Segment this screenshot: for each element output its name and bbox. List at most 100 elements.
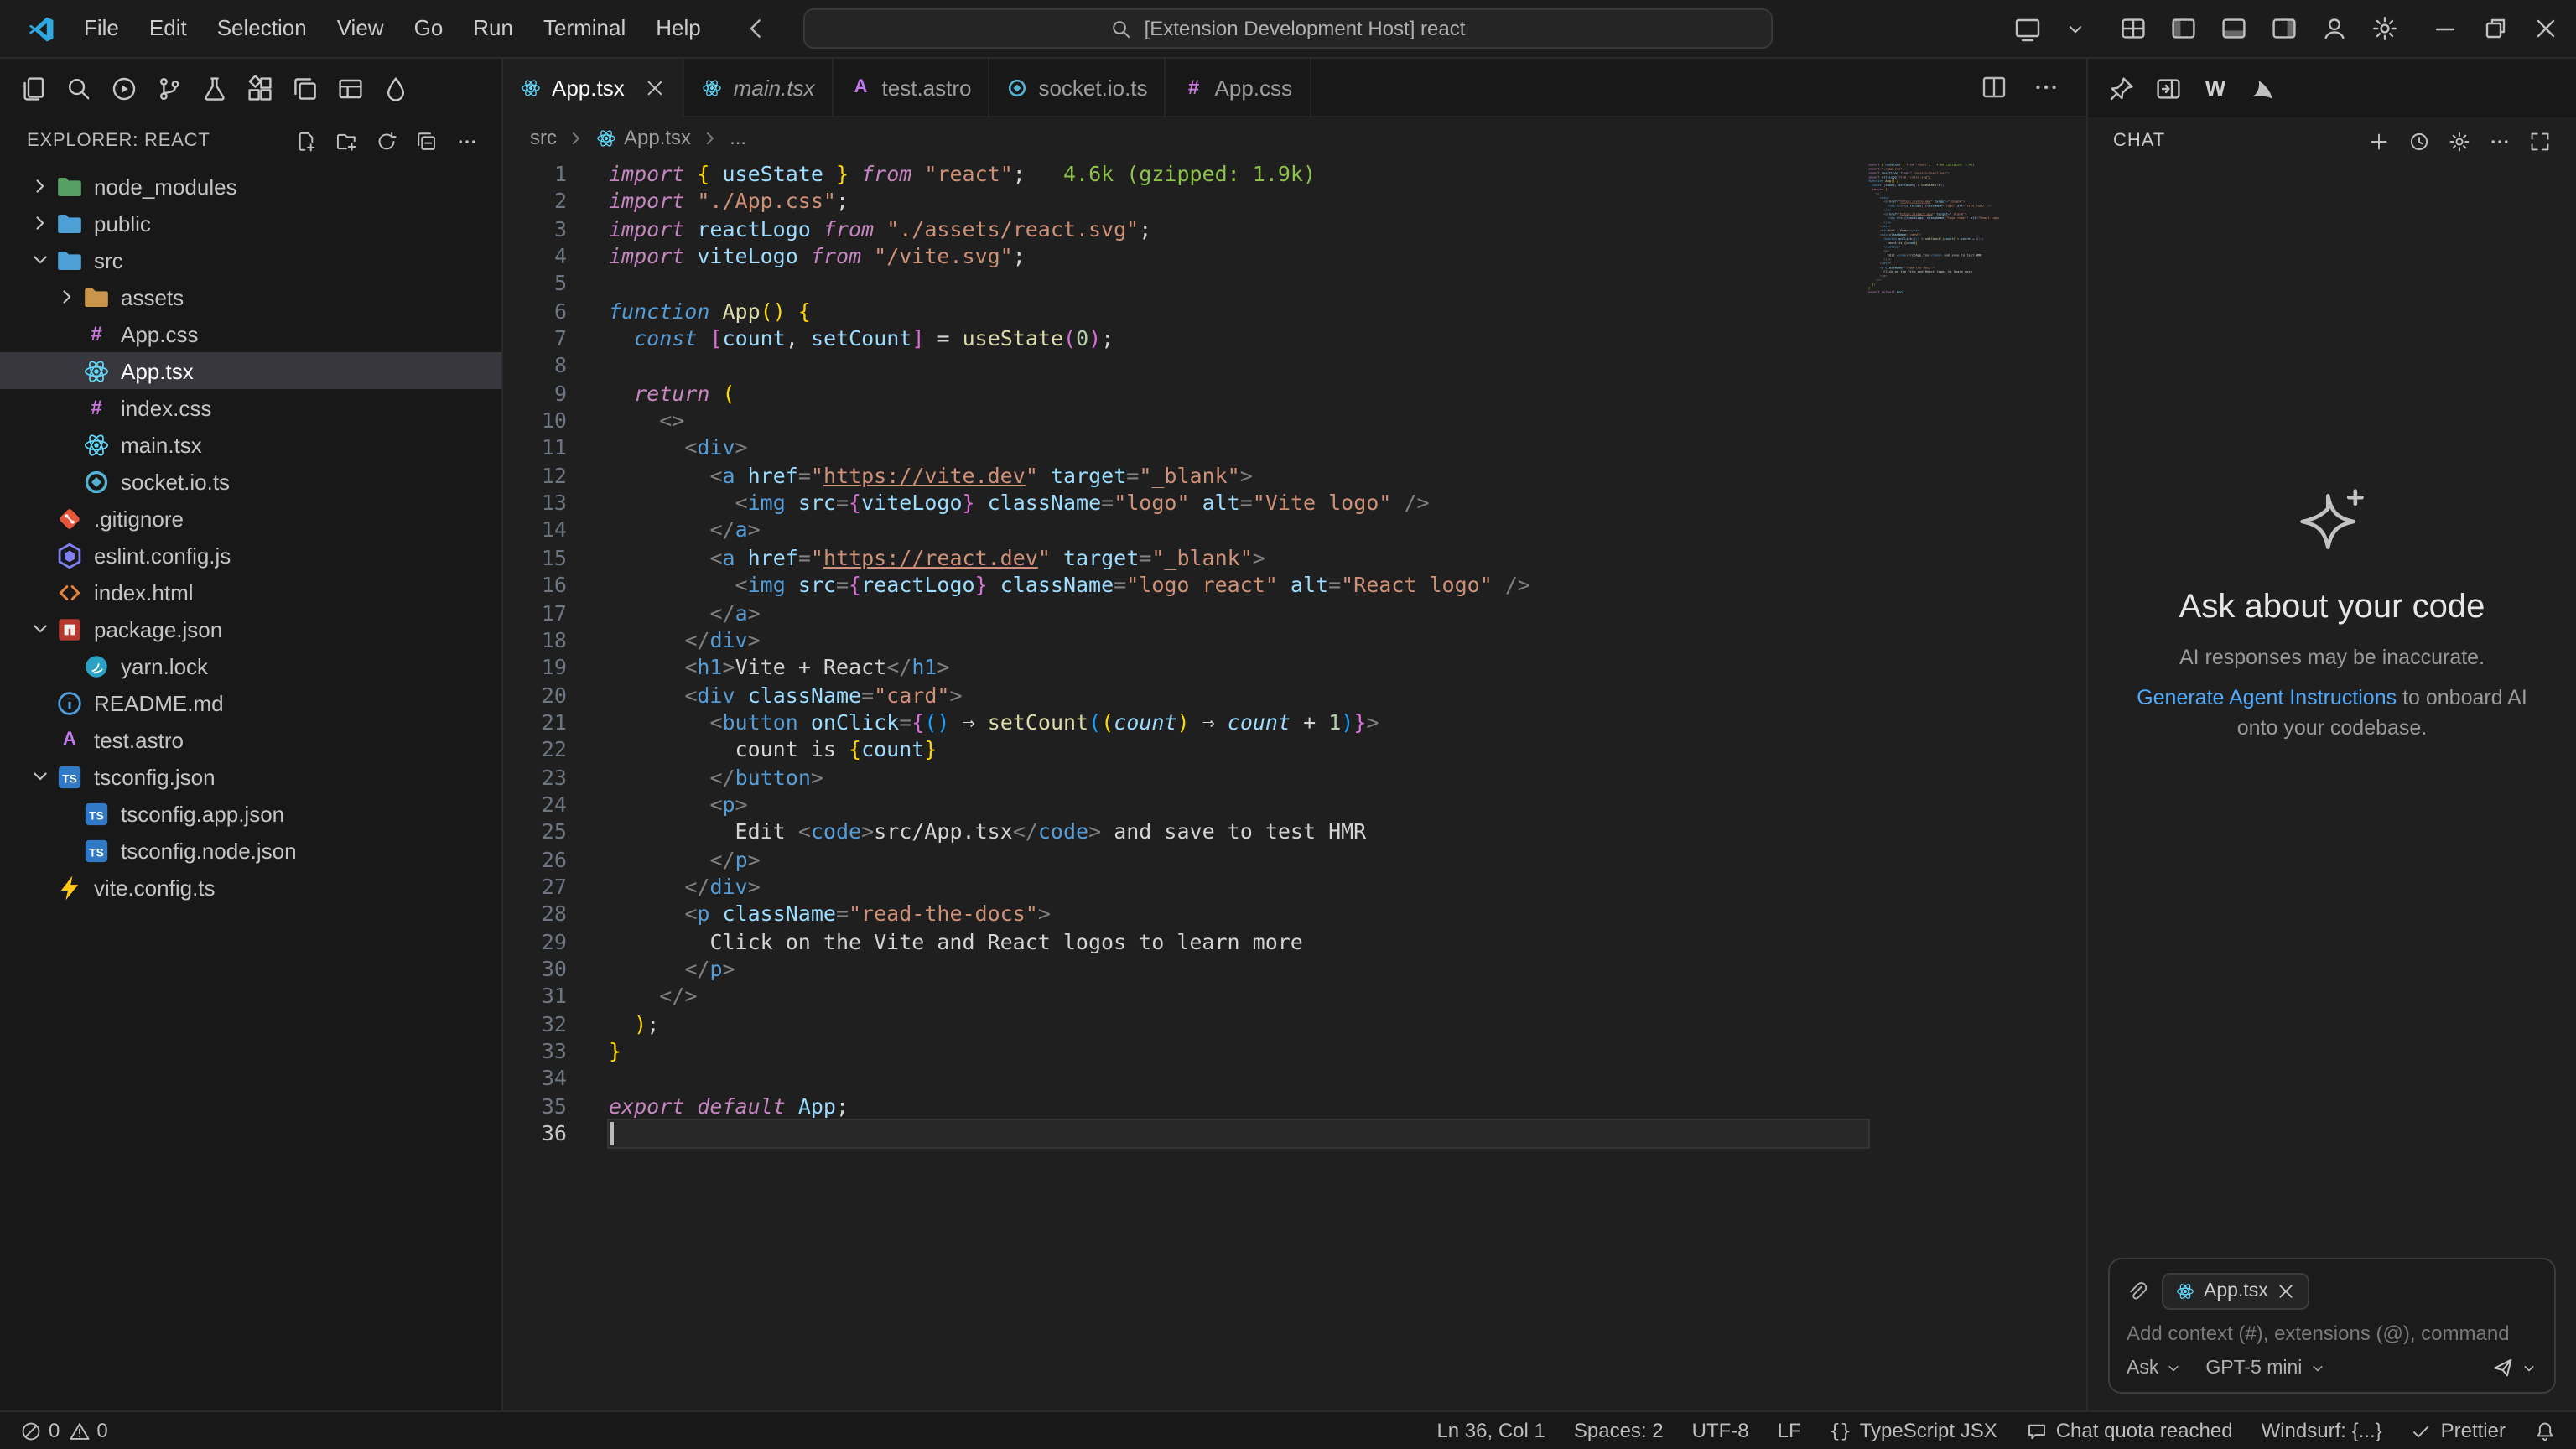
tree-item-package.json[interactable]: package.json [0,610,501,647]
chevron-right-icon[interactable] [27,211,54,235]
tree-item-index.html[interactable]: index.html [0,574,501,610]
tree-item-node_modules[interactable]: node_modules [0,168,501,205]
panel-right-icon[interactable] [2271,15,2298,42]
code-line[interactable]: 26 </p> [503,846,2086,874]
tree-item-.gitignore[interactable]: .gitignore [0,500,501,537]
code-line[interactable]: 3import reactLogo from "./assets/react.s… [503,216,2086,243]
chevron-right-icon[interactable] [54,285,80,309]
code-line[interactable]: 16 <img src={reactLogo} className="logo … [503,572,2086,600]
code-line[interactable]: 24 <p> [503,792,2086,819]
status-spaces-2[interactable]: Spaces: 2 [1574,1419,1664,1442]
code-line[interactable]: 23 </button> [503,764,2086,792]
more-icon[interactable] [456,130,478,152]
collapse-all-icon[interactable] [416,130,438,152]
chevron-down-icon[interactable] [27,765,54,788]
layout-grid-icon[interactable] [2120,15,2147,42]
code-line[interactable]: 22 count is {count} [503,736,2086,764]
model-dropdown[interactable]: GPT-5 mini [2205,1358,2325,1378]
menu-selection[interactable]: Selection [202,0,322,57]
tree-item-socket.io.ts[interactable]: socket.io.ts [0,463,501,500]
tab-main.tsx[interactable]: main.tsx [685,59,834,116]
restore-icon[interactable] [2482,15,2509,42]
close-icon[interactable] [2532,15,2559,42]
code-line[interactable]: 21 <button onClick={() ⇒ setCount((count… [503,709,2086,737]
tab-socket.io.ts[interactable]: socket.io.ts [989,59,1166,116]
code-line[interactable]: 36 [503,1120,2086,1148]
code-line[interactable]: 18 </div> [503,627,2086,655]
cast-icon[interactable] [2014,15,2041,42]
code-line[interactable]: 5 [503,271,2086,299]
tree-item-assets[interactable]: assets [0,278,501,315]
account-icon[interactable] [2321,15,2348,42]
code-line[interactable]: 35export default App; [503,1093,2086,1120]
new-folder-icon[interactable] [335,130,357,152]
refresh-icon[interactable] [376,130,397,152]
tree-item-vite.config.ts[interactable]: vite.config.ts [0,869,501,906]
code-line[interactable]: 28 <p className="read-the-docs"> [503,901,2086,929]
code-line[interactable]: 29 Click on the Vite and React logos to … [503,928,2086,956]
open-panel-icon[interactable] [2155,75,2182,101]
breadcrumb-segment[interactable]: App.tsx [595,126,691,149]
table-icon[interactable] [337,75,364,101]
gear-icon[interactable] [2371,15,2398,42]
plus-icon[interactable] [2368,130,2390,152]
menu-view[interactable]: View [322,0,399,57]
menu-help[interactable]: Help [641,0,716,57]
search-icon[interactable] [65,75,92,101]
status-prettier[interactable]: Prettier [2411,1419,2506,1442]
code-line[interactable]: 2import "./App.css"; [503,189,2086,216]
code-line[interactable]: 14 </a> [503,517,2086,545]
wave-icon[interactable] [2249,75,2276,101]
tree-item-yarn.lock[interactable]: yarn.lock [0,647,501,684]
command-center[interactable]: [Extension Development Host] react [803,8,1773,49]
menu-file[interactable]: File [69,0,134,57]
chevron-down-icon[interactable] [27,617,54,641]
copy-icon[interactable] [292,75,319,101]
tree-item-tsconfig.app.json[interactable]: TStsconfig.app.json [0,795,501,832]
tree-item-tsconfig.json[interactable]: TStsconfig.json [0,758,501,795]
chat-input[interactable]: App.tsx Add context (#), extensions (@),… [2108,1258,2556,1394]
status-typescript-jsx[interactable]: {}TypeScript JSX [1830,1419,1997,1442]
code-line[interactable]: 25 Edit <code>src/App.tsx</code> and sav… [503,819,2086,847]
status-utf-8[interactable]: UTF-8 [1692,1419,1749,1442]
files-icon[interactable] [20,75,47,101]
droplet-icon[interactable] [382,75,409,101]
status-chat-quota-reached[interactable]: Chat quota reached [2026,1419,2233,1442]
code-line[interactable]: 7 const [count, setCount] = useState(0); [503,325,2086,353]
tree-item-App.tsx[interactable]: App.tsx [0,352,501,389]
minimize-icon[interactable] [2432,15,2459,42]
close-icon[interactable] [645,76,667,98]
code-line[interactable]: 4import viteLogo from "/vite.svg"; [503,243,2086,271]
w-mark-icon[interactable]: W [2202,75,2229,101]
extensions-icon[interactable] [247,75,273,101]
tree-item-tsconfig.node.json[interactable]: TStsconfig.node.json [0,832,501,869]
close-icon[interactable] [2277,1281,2297,1301]
code-line[interactable]: 1import { useState } from "react"; 4.6k … [503,161,2086,189]
tab-App.css[interactable]: #App.css [1166,59,1311,116]
attach-icon[interactable] [2127,1280,2148,1302]
chevron-down-icon[interactable] [27,248,54,272]
chevdown-icon[interactable] [2064,18,2086,39]
panel-left-icon[interactable] [2170,15,2197,42]
code-line[interactable]: 19 <h1>Vite + React</h1> [503,654,2086,682]
pin-icon[interactable] [2108,75,2135,101]
menu-terminal[interactable]: Terminal [528,0,641,57]
run-debug-icon[interactable] [111,75,138,101]
tree-item-main.tsx[interactable]: main.tsx [0,426,501,463]
code-line[interactable]: 31 </> [503,984,2086,1011]
back-icon[interactable] [743,15,770,42]
more-icon[interactable] [2033,74,2059,101]
code-line[interactable]: 15 <a href="https://react.dev" target="_… [503,545,2086,573]
tab-App.tsx[interactable]: App.tsx [503,59,685,117]
code-line[interactable]: 34 [503,1066,2086,1093]
breadcrumb-segment[interactable]: src [530,126,557,149]
code-line[interactable]: 6function App() { [503,298,2086,325]
code-line[interactable]: 20 <div className="card"> [503,682,2086,709]
tree-item-eslint.config.js[interactable]: eslint.config.js [0,537,501,574]
generate-agent-instructions-link[interactable]: Generate Agent Instructions [2137,686,2397,709]
tree-item-src[interactable]: src [0,242,501,278]
status-ln-36-col-1[interactable]: Ln 36, Col 1 [1436,1419,1545,1442]
code-line[interactable]: 33} [503,1038,2086,1066]
status-windsurf[interactable]: Windsurf: {...} [2262,1419,2382,1442]
menu-edit[interactable]: Edit [134,0,202,57]
